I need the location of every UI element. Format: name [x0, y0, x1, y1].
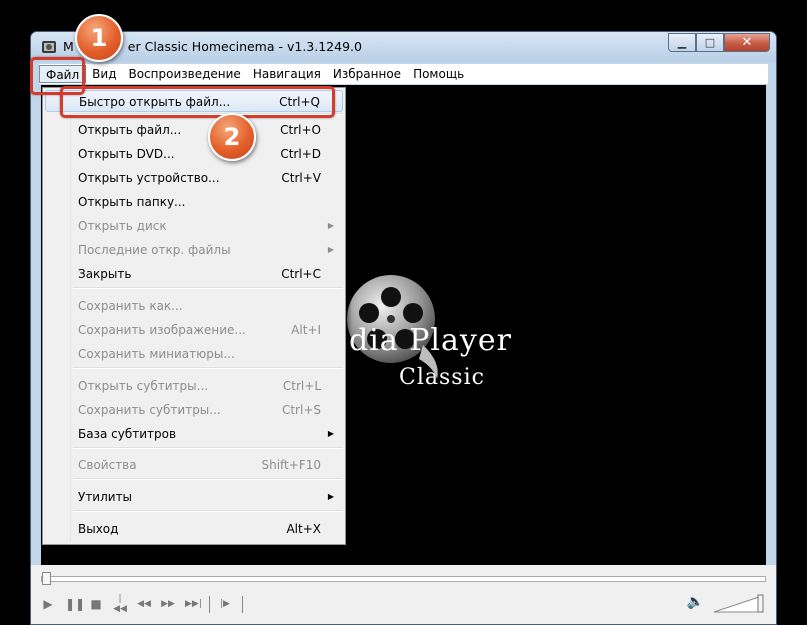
menu-item-label: Открыть файл... [78, 123, 182, 137]
annotation-box-quick-open [60, 86, 335, 118]
skip-forward-icon[interactable]: ▶▶| [185, 599, 202, 609]
menu-favorites[interactable]: Избранное [327, 65, 407, 83]
menu-item-label: Открыть субтитры... [78, 379, 209, 393]
file-menu-item: Свойства Shift+F10 [45, 454, 343, 476]
stop-icon[interactable]: ■ [89, 597, 103, 611]
file-menu-item: Сохранить изображение... Alt+I [45, 319, 343, 341]
file-menu-item[interactable]: Открыть папку... [45, 191, 343, 213]
playback-button-row: ▶ ❚❚ ■ |◀◀ ◀◀ ▶▶ ▶▶| |▶ [41, 594, 251, 614]
menu-item-label: Открыть диск [78, 219, 167, 233]
file-menu-item: Сохранить миниатюры... [45, 343, 343, 365]
file-menu-item: Сохранить как... [45, 295, 343, 317]
logo-subtitle: Classic [399, 365, 485, 390]
app-icon [42, 41, 56, 53]
rewind-icon[interactable]: ◀◀ [137, 599, 151, 609]
menu-separator [73, 447, 343, 449]
seek-thumb[interactable] [42, 572, 51, 585]
menu-playback[interactable]: Воспроизведение [122, 65, 246, 83]
pause-icon[interactable]: ❚❚ [65, 597, 85, 611]
menu-separator [73, 367, 343, 369]
menu-item-shortcut: Ctrl+O [280, 123, 321, 137]
file-menu-item: Открыть диск ▶ [45, 215, 343, 237]
menu-item-shortcut: Shift+F10 [261, 458, 321, 472]
menu-item-label: Выход [78, 522, 119, 536]
menu-bar: Файл Вид Воспроизведение Навигация Избра… [39, 64, 768, 84]
menu-navigation[interactable]: Навигация [247, 65, 327, 83]
title-bar[interactable]: Mer Classic Homecinema - v1.3.1249.0 ▁ □… [31, 32, 776, 62]
minimize-button[interactable]: ▁ [668, 33, 696, 52]
window-controls: ▁ □ ✕ [668, 33, 770, 53]
close-button[interactable]: ✕ [724, 33, 770, 52]
logo-text: dia Player [349, 323, 512, 358]
file-menu-item[interactable]: База субтитров ▶ [45, 423, 343, 445]
submenu-arrow-icon: ▶ [327, 245, 334, 254]
skip-back-icon[interactable]: |◀◀ [113, 594, 127, 614]
toolbar-separator [242, 595, 243, 613]
menu-item-label: Сохранить как... [78, 299, 183, 313]
file-menu-item: Сохранить субтитры... Ctrl+S [45, 399, 343, 421]
speaker-icon[interactable]: 🔈 [687, 594, 704, 610]
file-menu-item[interactable]: Выход Alt+X [45, 518, 343, 540]
file-menu-item: Открыть субтитры... Ctrl+L [45, 375, 343, 397]
menu-item-shortcut: Ctrl+L [282, 379, 321, 393]
minimize-icon: ▁ [677, 36, 687, 49]
menu-item-label: Открыть устройство... [78, 171, 220, 185]
menu-separator [73, 287, 343, 289]
menu-item-label: Сохранить субтитры... [78, 403, 221, 417]
playback-controls: ▶ ❚❚ ■ |◀◀ ◀◀ ▶▶ ▶▶| |▶ 🔈 [31, 565, 776, 624]
menu-item-label: Свойства [78, 458, 137, 472]
frame-step-icon[interactable]: |▶ [218, 599, 232, 609]
maximize-button[interactable]: □ [696, 33, 724, 52]
menu-item-label: Сохранить изображение... [78, 323, 246, 337]
file-menu-item[interactable]: Утилиты ▶ [45, 486, 343, 508]
menu-item-shortcut: Alt+X [286, 522, 321, 536]
submenu-arrow-icon: ▶ [327, 429, 334, 438]
menu-item-label: Открыть папку... [78, 195, 186, 209]
menu-item-shortcut: Alt+I [291, 323, 321, 337]
menu-item-shortcut: Ctrl+C [281, 267, 321, 281]
submenu-arrow-icon: ▶ [327, 492, 334, 501]
menu-separator [73, 510, 343, 512]
step-badge-2: 2 [208, 113, 256, 161]
file-menu-dropdown: Быстро открыть файл... Ctrl+Q Открыть файл… [42, 87, 346, 545]
menu-item-label: Закрыть [78, 267, 132, 281]
menu-item-shortcut: Ctrl+D [280, 147, 321, 161]
menu-item-label: Сохранить миниатюры... [78, 347, 235, 361]
submenu-arrow-icon: ▶ [327, 221, 334, 230]
menu-view[interactable]: Вид [86, 65, 122, 83]
file-menu-item[interactable]: Открыть файл... Ctrl+O [45, 119, 343, 141]
file-menu-item: Последние откр. файлы ▶ [45, 239, 343, 261]
seek-bar[interactable] [41, 572, 766, 585]
fast-forward-icon[interactable]: ▶▶ [161, 599, 175, 609]
step-badge-1: 1 [75, 14, 123, 62]
menu-item-label: Последние откр. файлы [78, 243, 231, 257]
file-menu-item[interactable]: Открыть устройство... Ctrl+V [45, 167, 343, 189]
maximize-icon: □ [704, 36, 716, 49]
menu-help[interactable]: Помощь [407, 65, 470, 83]
volume-slider[interactable] [714, 593, 764, 613]
menu-separator [73, 478, 343, 480]
file-menu-item[interactable]: Открыть DVD... Ctrl+D [45, 143, 343, 165]
menu-item-label: Утилиты [78, 490, 133, 504]
menu-item-label: База субтитров [78, 427, 177, 441]
menu-item-shortcut: Ctrl+V [281, 171, 321, 185]
close-icon: ✕ [741, 35, 753, 50]
play-icon[interactable]: ▶ [41, 597, 55, 611]
toolbar-separator [209, 595, 210, 613]
menu-item-label: Открыть DVD... [78, 147, 175, 161]
file-menu-item[interactable]: Закрыть Ctrl+C [45, 263, 343, 285]
menu-item-shortcut: Ctrl+S [281, 403, 321, 417]
